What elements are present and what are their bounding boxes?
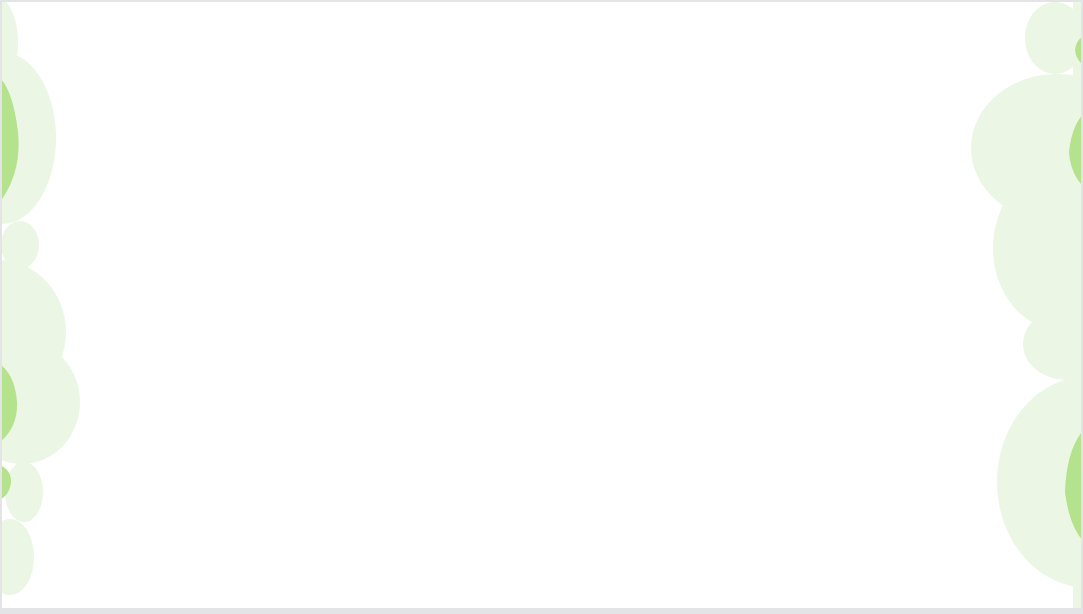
slide-canvas: [2, 2, 1081, 608]
left-cloud-decoration: [2, 2, 80, 595]
right-cloud-decoration: [971, 2, 1081, 608]
left-cloud-light: [2, 2, 80, 595]
right-cloud-light: [971, 2, 1081, 608]
